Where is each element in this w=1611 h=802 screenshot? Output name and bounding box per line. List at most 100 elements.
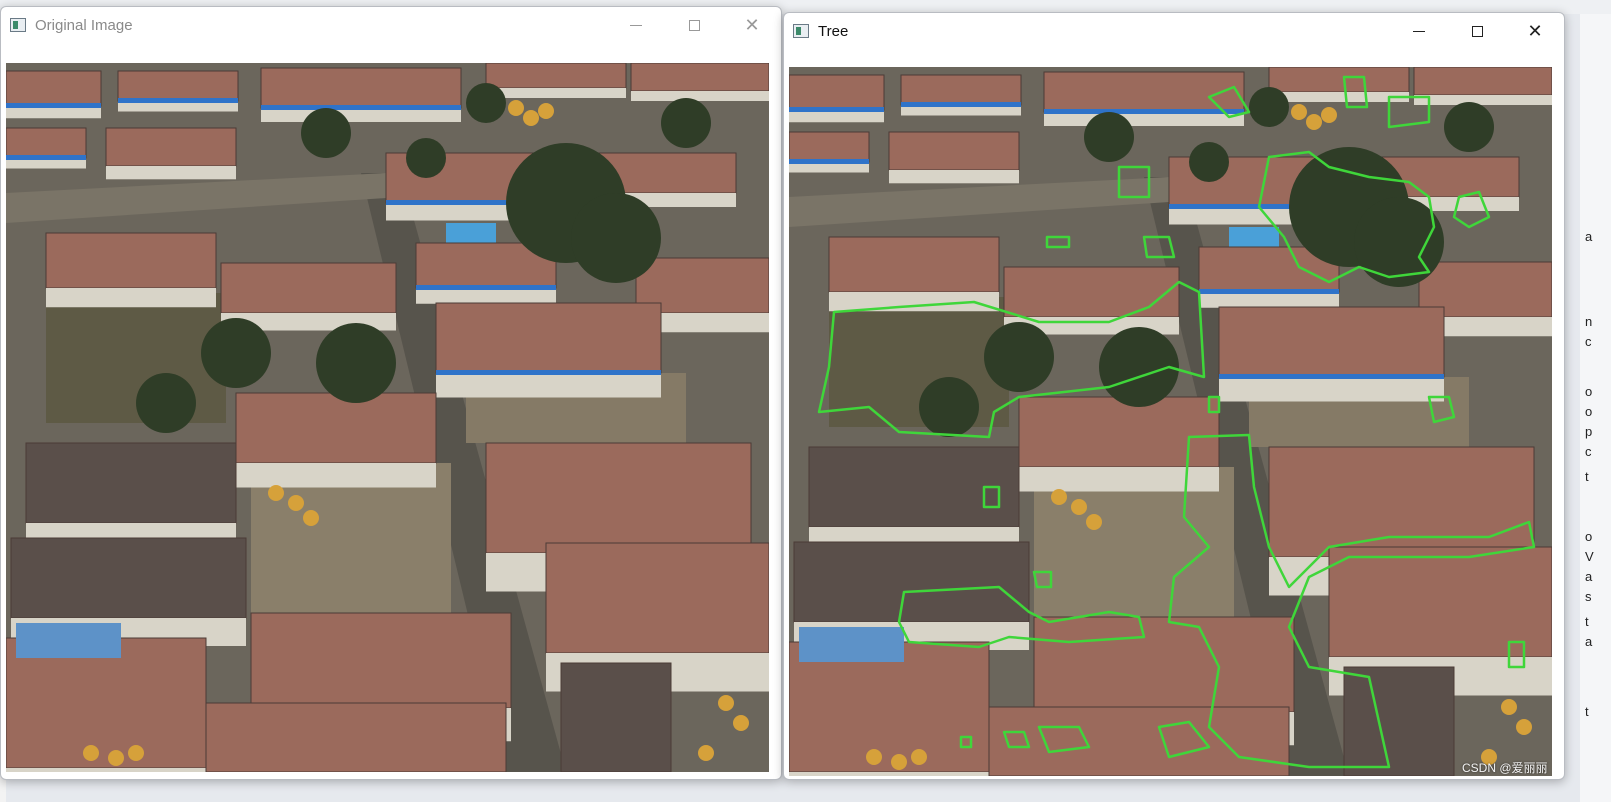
corn-pile [891,754,907,770]
house-wall [236,463,436,488]
house-roof [789,131,870,163]
house-roof [45,232,217,289]
tree-window[interactable]: Tree ✕ CSDN @爱丽丽 [783,12,1565,780]
house-roof [793,541,1030,623]
house-wall [1219,377,1444,402]
corn-pile [523,110,539,126]
background-text-char: o [1585,529,1593,544]
maximize-icon [688,19,700,31]
house-roof [900,74,1022,106]
close-button[interactable]: ✕ [1506,13,1564,49]
tree-canopy [301,108,351,158]
background-text-char: s [1585,589,1592,604]
corn-pile [538,103,554,119]
aerial-village-image [6,63,769,772]
house-wall [46,288,216,308]
house-wall [416,288,556,304]
background-text-char: t [1585,704,1589,719]
corn-pile [108,750,124,766]
blue-eave [118,98,238,103]
blue-roof [16,623,121,658]
house-roof [630,63,769,92]
tree-titlebar[interactable]: Tree ✕ [784,13,1564,49]
corn-pile [911,749,927,765]
corn-pile [1291,104,1307,120]
house-roof [1343,666,1455,776]
house-roof [435,302,662,374]
corn-pile [1071,499,1087,515]
house-wall [1044,112,1244,126]
close-button[interactable]: ✕ [723,7,781,43]
house-wall [486,88,626,98]
blue-eave [789,159,869,164]
aerial-village-with-tree-contours [789,67,1552,776]
minimize-button[interactable] [1390,13,1448,49]
house-wall [789,772,989,776]
original-image-titlebar[interactable]: Original Image ✕ [1,7,781,43]
blue-eave [6,103,101,108]
maximize-button[interactable] [665,7,723,43]
corn-pile [866,749,882,765]
window-title: Original Image [35,16,133,34]
background-text-char: c [1585,444,1592,459]
corn-pile [1086,514,1102,530]
house-roof [485,442,752,554]
background-text-char: o [1585,404,1593,419]
tree-canopy [136,373,196,433]
corn-pile [1501,699,1517,715]
original-image-window[interactable]: Original Image ✕ [0,6,782,780]
background-text-char: a [1585,229,1593,244]
house-roof [1003,266,1180,318]
house-wall [1019,467,1219,492]
close-icon: ✕ [744,15,760,35]
minimize-button[interactable] [607,7,665,43]
desktop: ancoopctoVastat Original Image ✕ Tree ✕ [0,0,1611,802]
original-aerial-image [6,63,769,772]
corn-pile [698,745,714,761]
blue-eave [6,155,86,160]
background-text-char: V [1585,549,1594,564]
house-roof [1043,71,1245,113]
house-roof [560,662,672,772]
house-roof [545,542,769,654]
house-roof [789,74,885,111]
close-icon: ✕ [1527,21,1543,41]
house-wall [1414,95,1552,105]
house-wall [106,166,236,180]
house-wall [889,170,1019,184]
background-text-char: a [1585,634,1593,649]
house-wall [261,108,461,122]
house-roof [235,392,437,464]
background-text-char: o [1585,384,1593,399]
house-roof [205,702,507,772]
courtyard [46,293,226,423]
window-title: Tree [818,22,849,40]
blue-eave [416,285,556,290]
corn-pile [288,495,304,511]
window-controls: ✕ [1390,13,1564,49]
tree-canopy [1249,87,1289,127]
house-roof [1218,306,1445,378]
tree-detection-image [789,67,1552,776]
tree-canopy [1444,102,1494,152]
blue-eave [261,105,461,110]
maximize-icon [1471,25,1483,37]
maximize-button[interactable] [1448,13,1506,49]
corn-pile [508,100,524,116]
blue-eave [901,102,1021,107]
house-roof [888,131,1020,171]
background-text-char: n [1585,314,1593,329]
tree-canopy [316,323,396,403]
minimize-icon [1413,30,1425,32]
tree-canopy [571,193,661,283]
tree-canopy [1084,112,1134,162]
tree-canopy [984,322,1054,392]
corn-pile [128,745,144,761]
minimize-icon [630,24,642,26]
house-roof [988,706,1290,776]
background-text-char: t [1585,614,1589,629]
tree-canopy [466,83,506,123]
window-controls: ✕ [607,7,781,43]
blue-roof [799,627,904,662]
corn-pile [1306,114,1322,130]
